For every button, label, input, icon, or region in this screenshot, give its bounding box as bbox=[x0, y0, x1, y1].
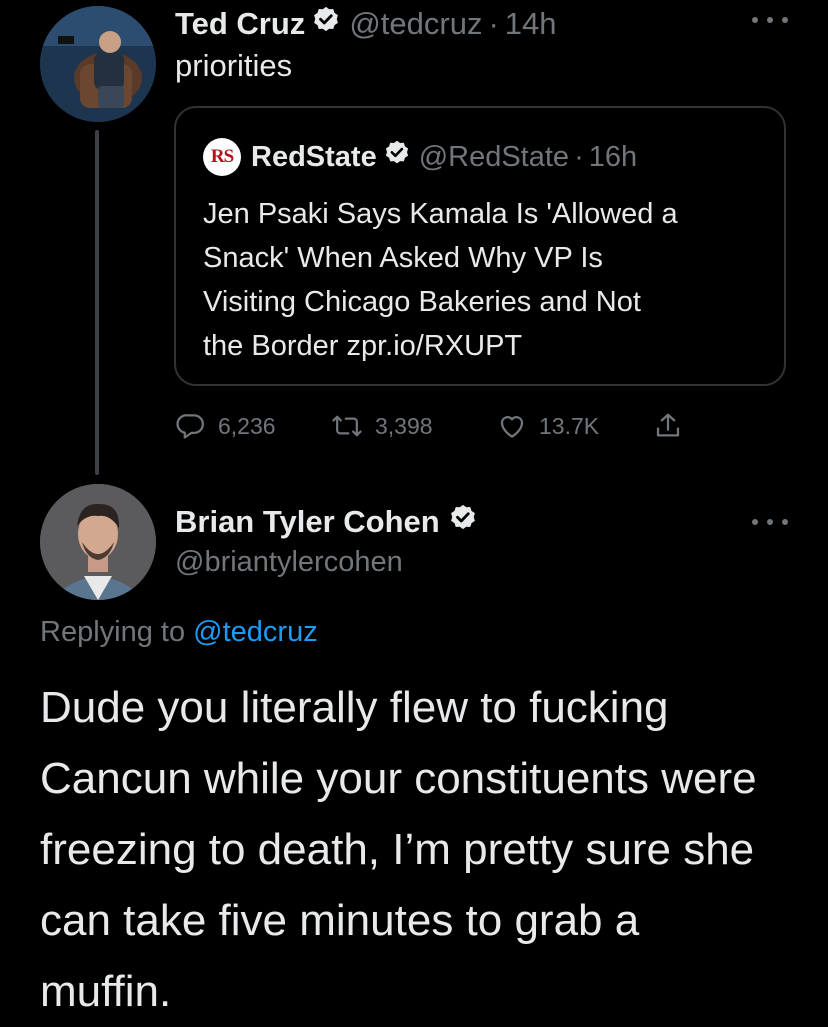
reply-count: 6,236 bbox=[218, 412, 276, 439]
like-count: 13.7K bbox=[539, 412, 600, 439]
tweet-timestamp[interactable]: 14h bbox=[505, 6, 557, 42]
reply-author-header: Brian Tyler Cohen bbox=[175, 502, 478, 542]
author-handle[interactable]: @tedcruz bbox=[349, 6, 482, 42]
like-button[interactable]: 13.7K bbox=[497, 411, 653, 441]
avatar-photo-icon bbox=[40, 484, 156, 600]
verified-badge-icon bbox=[448, 503, 478, 541]
tweet-header: Ted Cruz @tedcruz · 14h bbox=[175, 4, 557, 44]
replying-to-handle-link[interactable]: @tedcruz bbox=[193, 616, 318, 648]
quoted-text-line: Jen Psaki Says Kamala Is 'Allowed a bbox=[203, 198, 678, 230]
replying-to-label: Replying to bbox=[40, 616, 186, 648]
reply-text-line: can take five minutes to grab a bbox=[40, 896, 640, 945]
reply-icon bbox=[176, 414, 204, 439]
more-options-icon[interactable] bbox=[752, 14, 788, 26]
share-button[interactable] bbox=[653, 411, 683, 441]
author-name[interactable]: Ted Cruz bbox=[175, 6, 305, 42]
separator-dot: · bbox=[488, 6, 499, 41]
reply-author-name[interactable]: Brian Tyler Cohen bbox=[175, 504, 440, 540]
reply-text-line: muffin. bbox=[40, 967, 172, 1016]
quoted-author-name: RedState bbox=[251, 140, 377, 173]
separator-dot: · bbox=[574, 140, 584, 173]
retweet-icon bbox=[332, 415, 362, 437]
reply-text-line: Dude you literally flew to fucking bbox=[40, 683, 669, 732]
quoted-text-line: the Border zpr.io/RXUPT bbox=[203, 330, 523, 362]
more-options-icon[interactable] bbox=[752, 516, 788, 528]
quoted-tweet-text: Jen Psaki Says Kamala Is 'Allowed a Snac… bbox=[203, 192, 763, 368]
tedcruz-avatar[interactable] bbox=[40, 6, 156, 122]
redstate-logo-icon: RS bbox=[203, 138, 241, 176]
reply-button[interactable]: 6,236 bbox=[176, 411, 331, 441]
reply-text: Dude you literally flew to fucking Cancu… bbox=[40, 672, 800, 1027]
retweet-button[interactable]: 3,398 bbox=[331, 411, 497, 441]
reply-text-line: Cancun while your constituents were bbox=[40, 754, 757, 803]
avatar-photo-icon bbox=[40, 6, 156, 122]
quoted-text-line: Snack' When Asked Why VP Is bbox=[203, 242, 603, 274]
verified-badge-icon bbox=[311, 5, 341, 43]
quoted-tweet-header: RS RedState @RedState · 16h bbox=[203, 138, 637, 176]
replying-to-line: Replying to @tedcruz bbox=[40, 616, 318, 649]
reply-author-handle[interactable]: @briantylercohen bbox=[175, 546, 403, 579]
reply-text-line: freezing to death, I’m pretty sure she bbox=[40, 825, 755, 874]
verified-badge-icon bbox=[383, 139, 411, 175]
quoted-text-line: Visiting Chicago Bakeries and Not bbox=[203, 286, 641, 318]
like-icon bbox=[500, 416, 524, 438]
quoted-author-handle: @RedState bbox=[418, 140, 570, 173]
quoted-timestamp: 16h bbox=[588, 140, 638, 173]
briantylercohen-avatar[interactable] bbox=[40, 484, 156, 600]
thread-connector-line bbox=[95, 130, 99, 475]
retweet-count: 3,398 bbox=[375, 412, 433, 439]
share-icon bbox=[656, 413, 680, 437]
tweet-text: priorities bbox=[175, 48, 293, 83]
tweet-action-bar: 6,236 3,398 13.7K bbox=[176, 406, 683, 446]
